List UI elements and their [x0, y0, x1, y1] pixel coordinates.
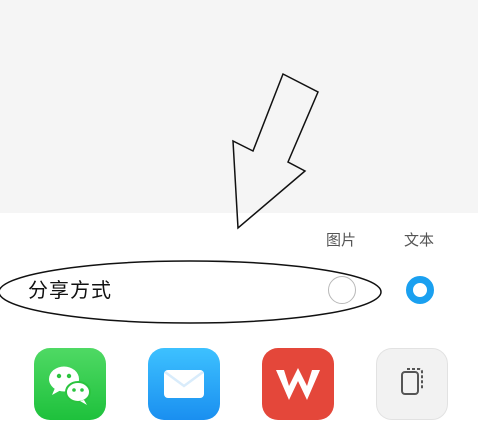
wechat-share-button[interactable] [34, 348, 106, 420]
wps-share-button[interactable] [262, 348, 334, 420]
column-label-image: 图片 [326, 231, 357, 249]
share-method-label: 分享方式 [28, 278, 112, 302]
content-area [0, 0, 478, 213]
copy-share-button[interactable] [376, 348, 448, 420]
wps-icon [276, 368, 320, 400]
mail-icon [164, 370, 204, 398]
mail-share-button[interactable] [148, 348, 220, 420]
column-label-text: 文本 [404, 231, 435, 249]
wechat-icon [49, 366, 91, 405]
radio-share-as-image[interactable] [328, 276, 356, 304]
radio-share-as-text[interactable] [406, 276, 434, 304]
copy-icon [401, 368, 423, 395]
